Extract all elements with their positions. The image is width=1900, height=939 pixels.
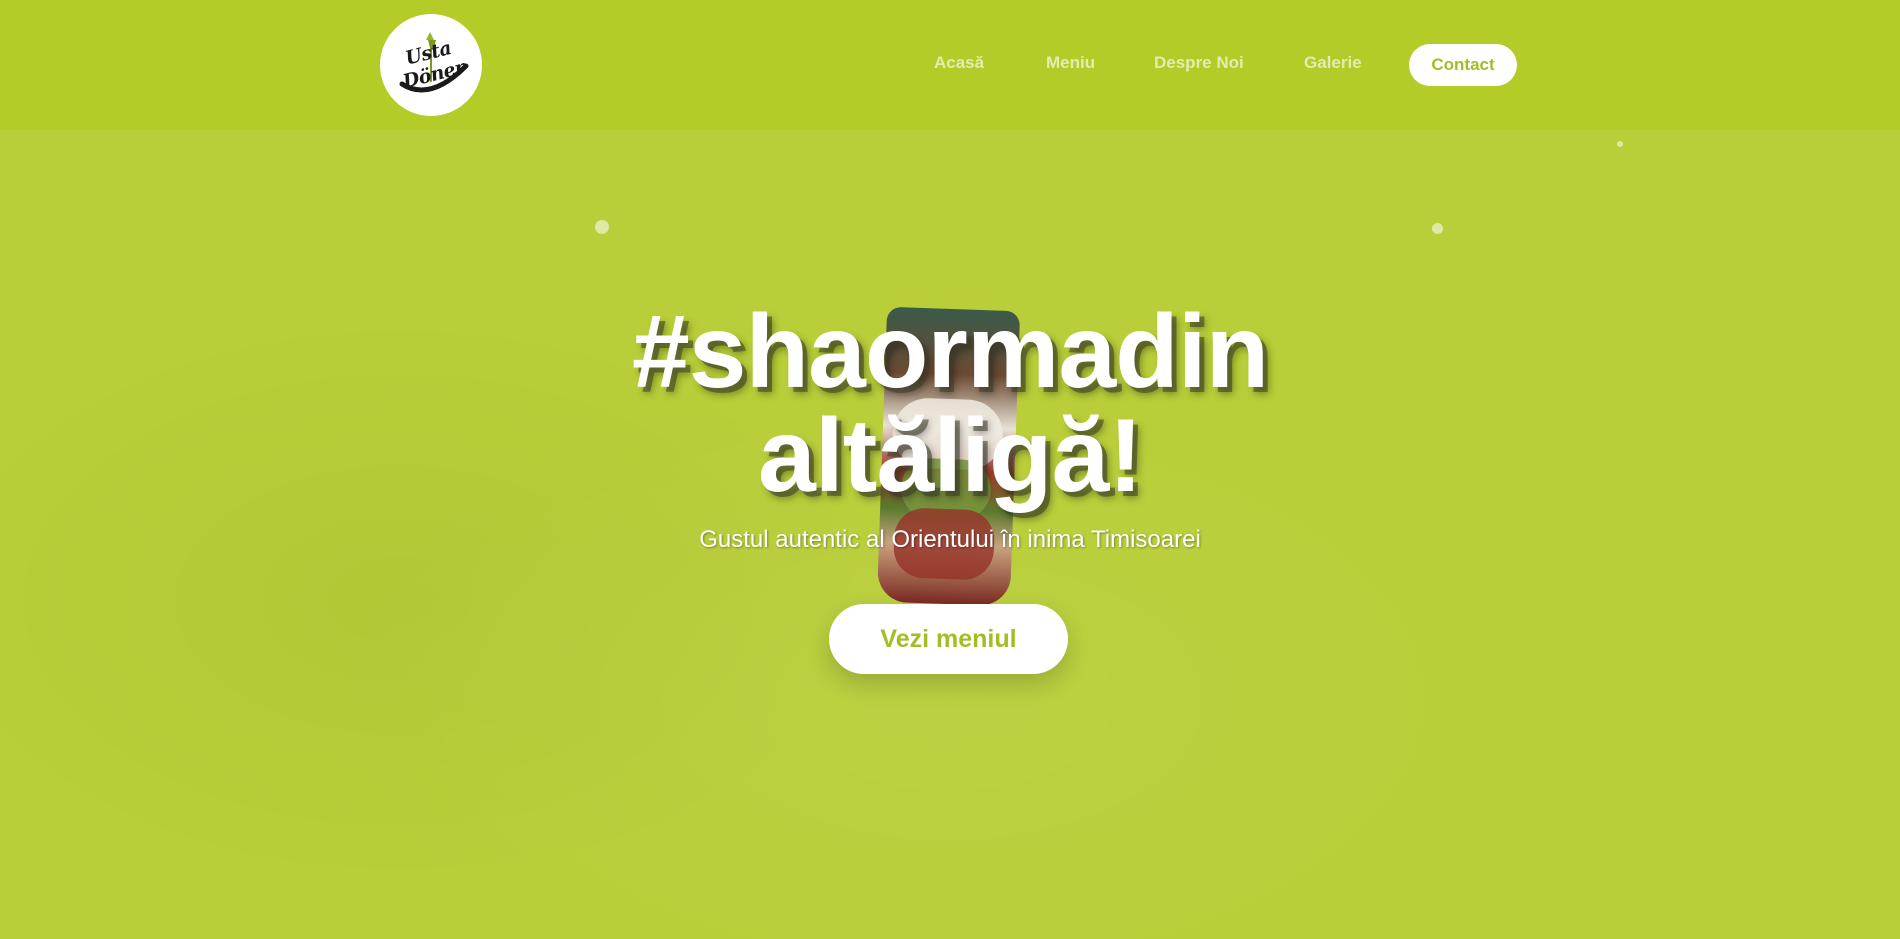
main-navigation: Acasă Meniu Despre Noi Galerie Contact <box>0 44 1900 86</box>
contact-button[interactable]: Contact <box>1409 44 1517 86</box>
nav-item-galerie[interactable]: Galerie <box>1304 53 1362 73</box>
view-menu-button[interactable]: Vezi meniul <box>829 604 1068 674</box>
nav-item-despre-noi[interactable]: Despre Noi <box>1154 53 1244 73</box>
site-header: Usta Döner Acasă Meniu Despre Noi Galeri… <box>0 0 1900 130</box>
decorative-dot <box>595 220 609 234</box>
hero-title-line2: altăligă! <box>758 398 1143 514</box>
hero-title: #shaormadin altăligă! <box>450 300 1450 508</box>
decorative-dot <box>1432 223 1443 234</box>
hero-subtitle: Gustul autentic al Orientului în inima T… <box>699 526 1201 553</box>
hero-title-line1: #shaormadin <box>631 294 1269 410</box>
decorative-dot <box>1617 141 1623 147</box>
nav-item-meniu[interactable]: Meniu <box>1046 53 1095 73</box>
nav-item-acasa[interactable]: Acasă <box>934 53 984 73</box>
